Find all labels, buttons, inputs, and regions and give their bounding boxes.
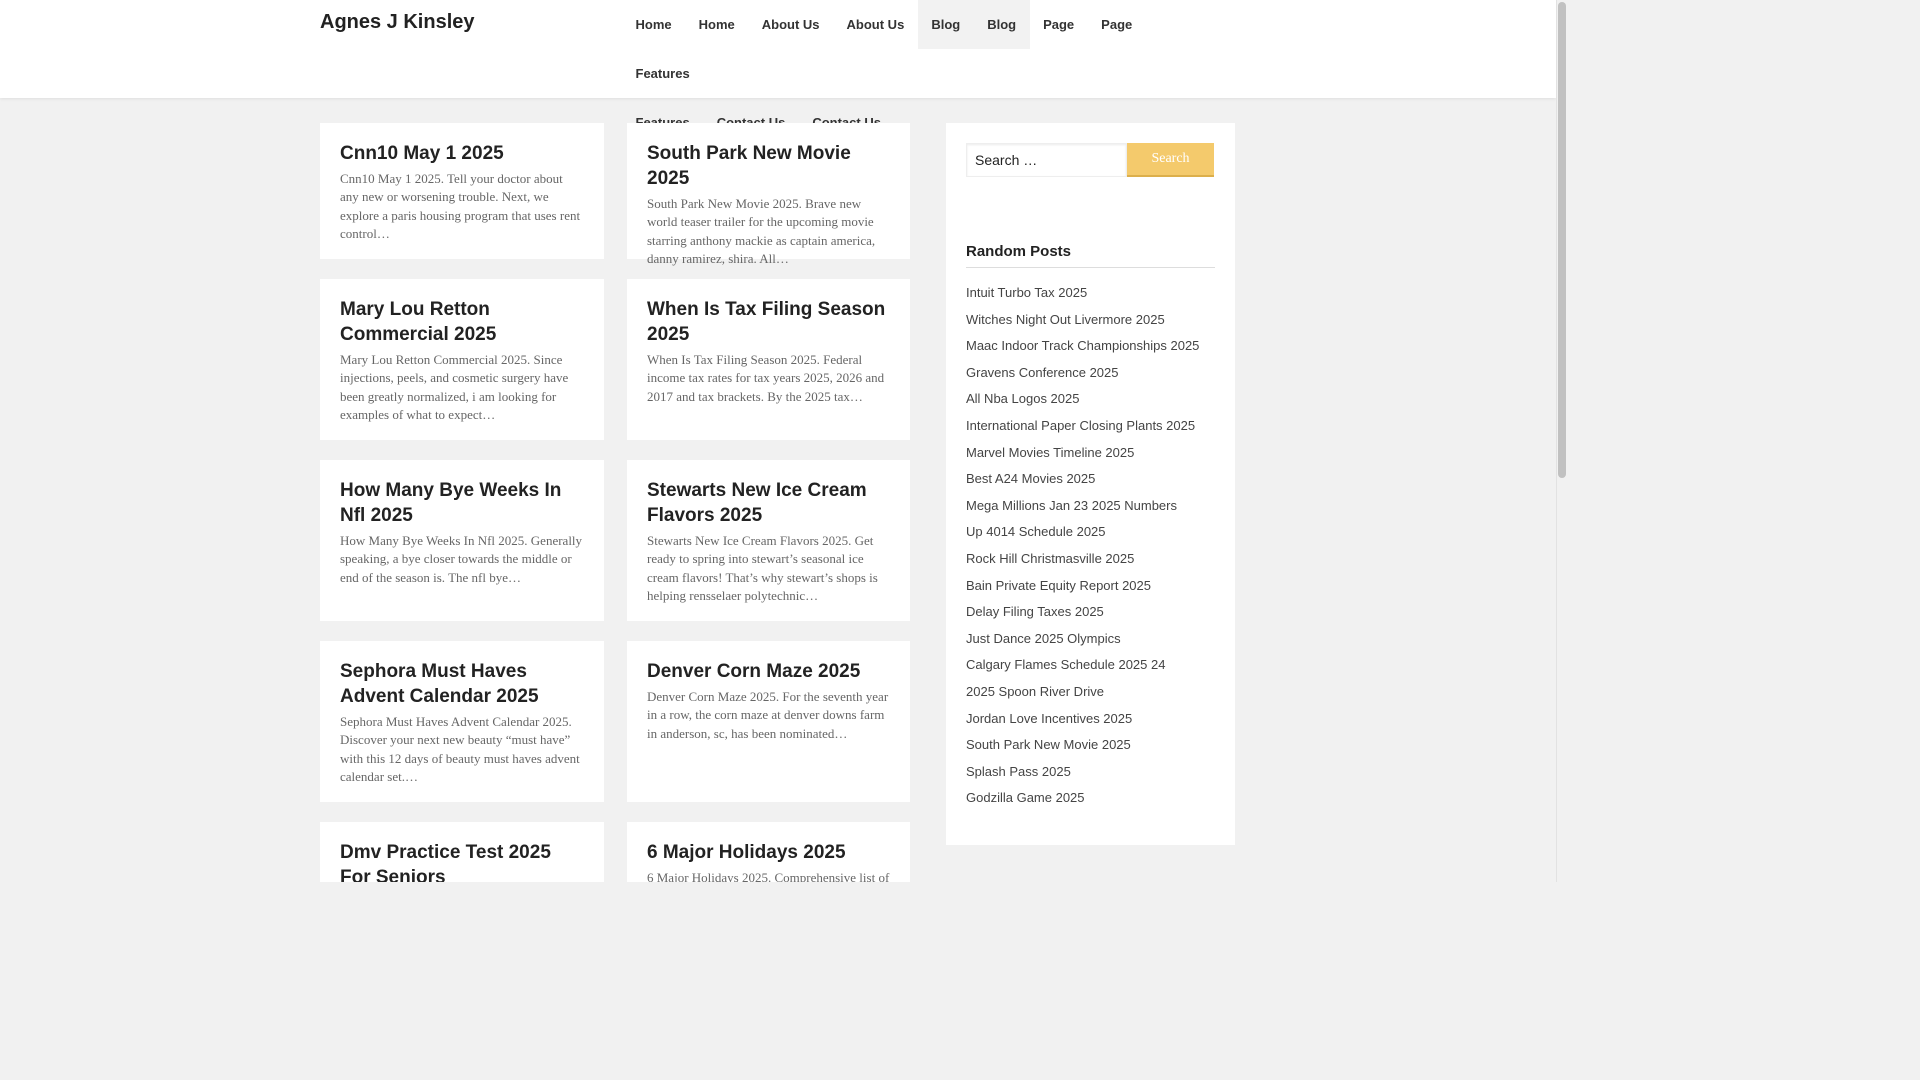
random-post-link[interactable]: All Nba Logos 2025 — [966, 386, 1215, 413]
post-title[interactable]: When Is Tax Filing Season 2025 — [647, 297, 890, 347]
sidebar: Search Random Posts Intuit Turbo Tax 202… — [946, 123, 1235, 845]
nav-about-us[interactable]: About Us — [748, 0, 833, 49]
post-excerpt: 6 Major Holidays 2025. Comprehensive lis… — [647, 870, 890, 882]
post-card: South Park New Movie 2025 South Park New… — [627, 123, 910, 266]
random-post-link[interactable]: Mega Millions Jan 23 2025 Numbers — [966, 493, 1215, 520]
post-card: Dmv Practice Test 2025 For Seniors — [320, 822, 604, 882]
random-post-link[interactable]: Bain Private Equity Report 2025 — [966, 573, 1215, 600]
nav-blog[interactable]: Blog — [973, 0, 1030, 49]
nav-home[interactable]: Home — [622, 0, 685, 49]
nav-page[interactable]: Page — [1030, 0, 1088, 49]
post-card: How Many Bye Weeks In Nfl 2025 How Many … — [320, 460, 604, 621]
post-title[interactable]: South Park New Movie 2025 — [647, 141, 890, 191]
post-title[interactable]: Stewarts New Ice Cream Flavors 2025 — [647, 478, 890, 528]
nav-features[interactable]: Features — [622, 49, 703, 98]
post-excerpt: How Many Bye Weeks In Nfl 2025. Generall… — [340, 533, 583, 585]
search-button[interactable]: Search — [1127, 143, 1214, 177]
post-excerpt: Stewarts New Ice Cream Flavors 2025. Get… — [647, 533, 878, 604]
random-post-link[interactable]: Rock Hill Christmasville 2025 — [966, 546, 1215, 573]
post-title[interactable]: Denver Corn Maze 2025 — [647, 659, 890, 684]
random-post-link[interactable]: Maac Indoor Track Championships 2025 — [966, 333, 1215, 360]
post-card: Cnn10 May 1 2025 Cnn10 May 1 2025. Tell … — [320, 123, 604, 259]
search-form: Search — [966, 143, 1215, 177]
random-post-link[interactable]: Splash Pass 2025 — [966, 759, 1215, 786]
post-card: 6 Major Holidays 2025 6 Major Holidays 2… — [627, 822, 910, 882]
scrollbar-thumb[interactable] — [1558, 2, 1566, 478]
random-post-link[interactable]: International Paper Closing Plants 2025 — [966, 413, 1215, 440]
random-post-link[interactable]: Delay Filing Taxes 2025 — [966, 599, 1215, 626]
random-posts-title: Random Posts — [966, 243, 1215, 268]
post-title[interactable]: Sephora Must Haves Advent Calendar 2025 — [340, 659, 584, 709]
search-input[interactable] — [966, 143, 1127, 177]
post-title[interactable]: Cnn10 May 1 2025 — [340, 141, 584, 166]
site-header: Agnes J Kinsley Home Home About Us About… — [0, 0, 1556, 130]
post-excerpt: South Park New Movie 2025. Brave new wor… — [647, 196, 876, 267]
post-excerpt: Mary Lou Retton Commercial 2025. Since i… — [340, 352, 569, 423]
random-posts-list: Intuit Turbo Tax 2025 Witches Night Out … — [966, 280, 1215, 812]
post-card: Stewarts New Ice Cream Flavors 2025 Stew… — [627, 460, 910, 621]
random-post-link[interactable]: 2025 Spoon River Drive — [966, 679, 1215, 706]
post-title[interactable]: 6 Major Holidays 2025 — [647, 840, 890, 865]
random-post-link[interactable]: South Park New Movie 2025 — [966, 732, 1215, 759]
post-card: Sephora Must Haves Advent Calendar 2025 … — [320, 641, 604, 802]
random-post-link[interactable]: Marvel Movies Timeline 2025 — [966, 440, 1215, 467]
random-post-link[interactable]: Calgary Flames Schedule 2025 24 — [966, 652, 1215, 679]
post-title[interactable]: How Many Bye Weeks In Nfl 2025 — [340, 478, 584, 528]
post-excerpt: Denver Corn Maze 2025. For the seventh y… — [647, 689, 889, 741]
random-post-link[interactable]: Best A24 Movies 2025 — [966, 466, 1215, 493]
nav-about-us[interactable]: About Us — [833, 0, 918, 49]
post-card: When Is Tax Filing Season 2025 When Is T… — [627, 279, 910, 440]
nav-blog[interactable]: Blog — [917, 0, 974, 49]
post-excerpt: Cnn10 May 1 2025. Tell your doctor about… — [340, 171, 581, 242]
nav-page[interactable]: Page — [1088, 0, 1146, 49]
site-title[interactable]: Agnes J Kinsley — [320, 11, 475, 34]
post-card: Mary Lou Retton Commercial 2025 Mary Lou… — [320, 279, 604, 440]
random-post-link[interactable]: Jordan Love Incentives 2025 — [966, 706, 1215, 733]
random-post-link[interactable]: Just Dance 2025 Olympics — [966, 626, 1215, 653]
random-post-link[interactable]: Gravens Conference 2025 — [966, 360, 1215, 387]
post-title[interactable]: Mary Lou Retton Commercial 2025 — [340, 297, 584, 347]
post-title[interactable]: Dmv Practice Test 2025 For Seniors — [340, 840, 584, 882]
post-excerpt: When Is Tax Filing Season 2025. Federal … — [647, 352, 885, 404]
nav-home[interactable]: Home — [685, 0, 748, 49]
random-post-link[interactable]: Intuit Turbo Tax 2025 — [966, 280, 1215, 307]
post-card: Denver Corn Maze 2025 Denver Corn Maze 2… — [627, 641, 910, 802]
vertical-scrollbar[interactable] — [1556, 0, 1568, 882]
random-post-link[interactable]: Godzilla Game 2025 — [966, 785, 1215, 812]
post-excerpt: Sephora Must Haves Advent Calendar 2025.… — [340, 714, 580, 785]
random-post-link[interactable]: Up 4014 Schedule 2025 — [966, 519, 1215, 546]
random-post-link[interactable]: Witches Night Out Livermore 2025 — [966, 307, 1215, 334]
